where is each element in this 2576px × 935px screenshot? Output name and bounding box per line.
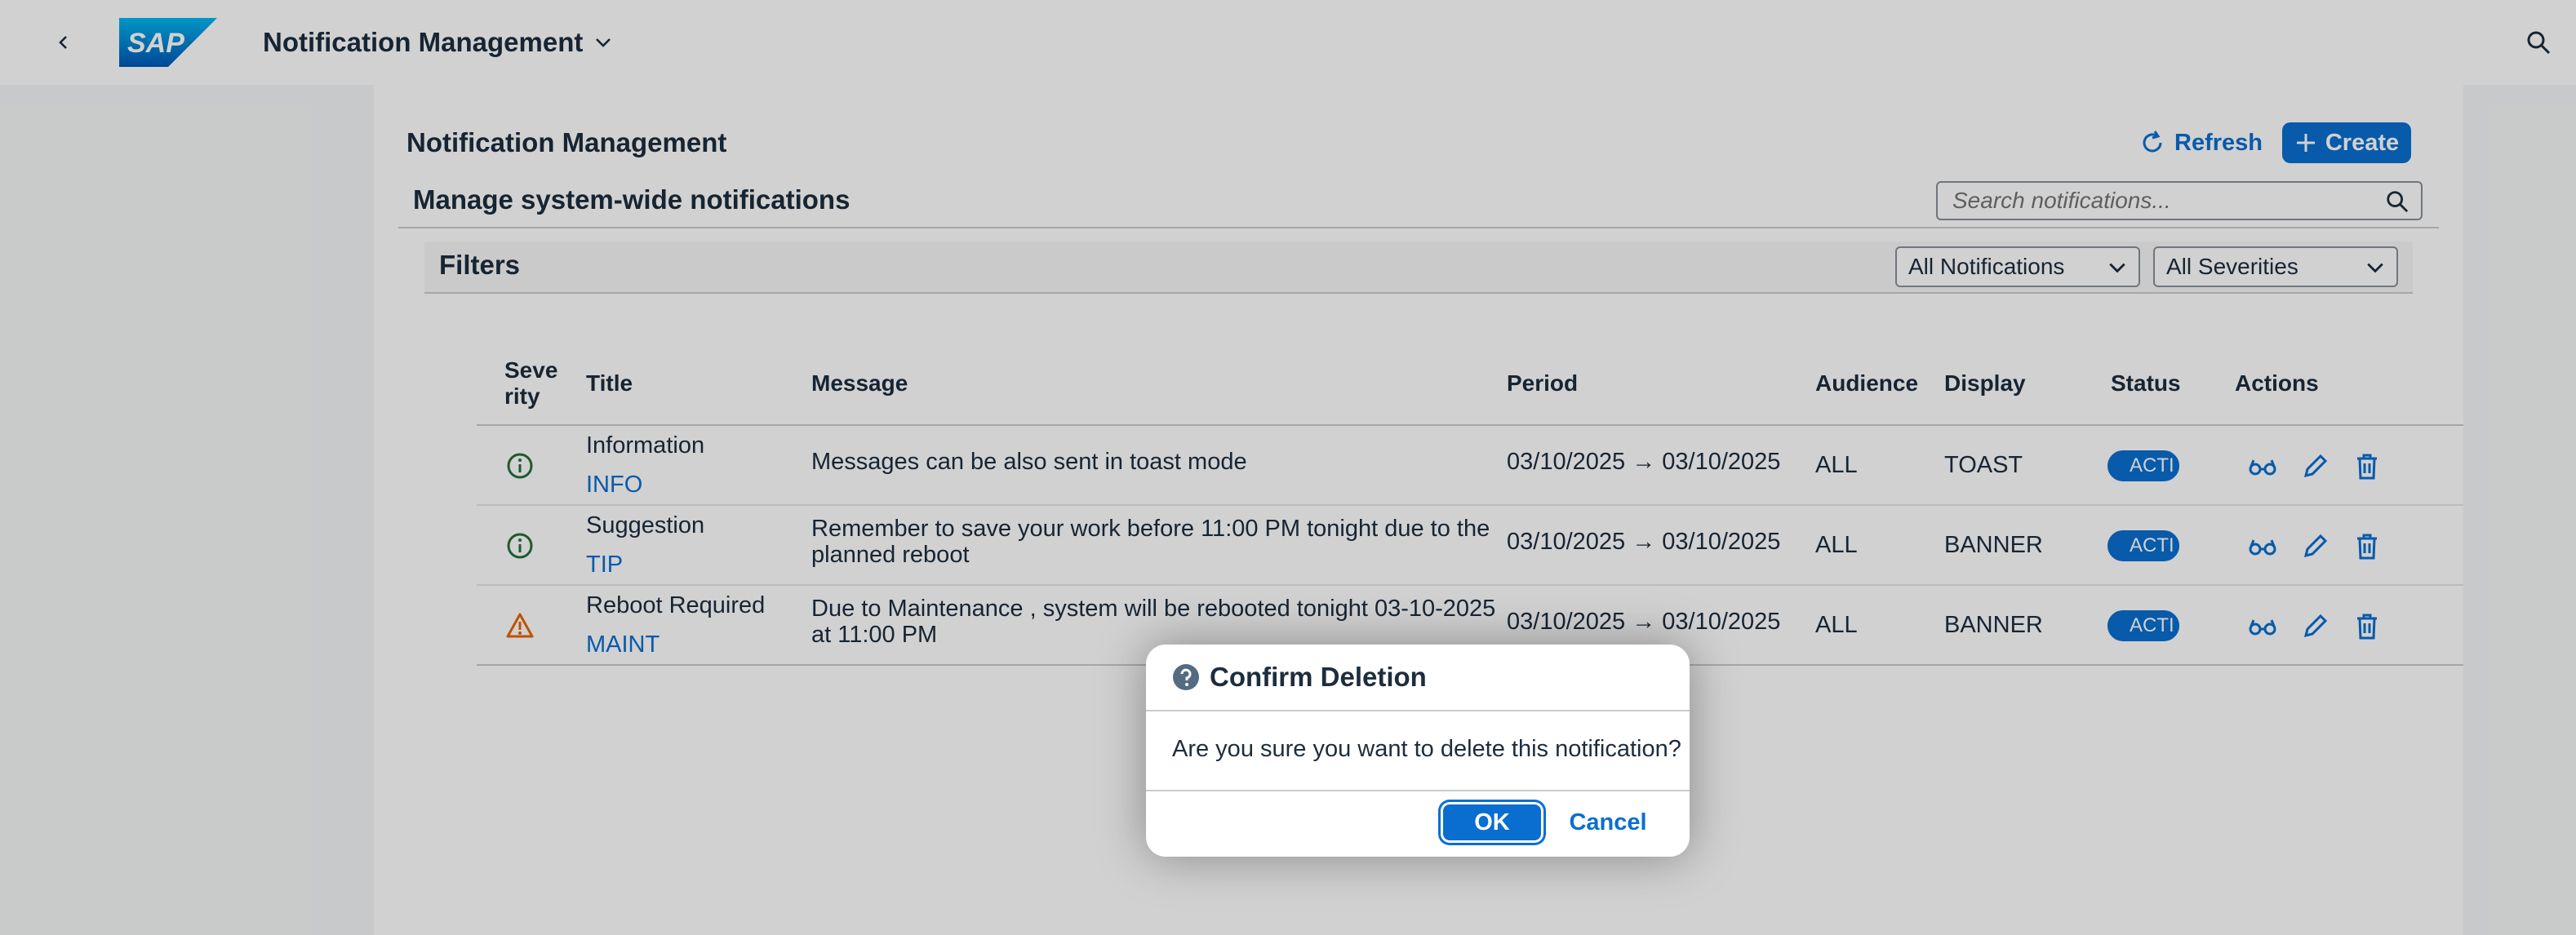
dialog-message: Are you sure you want to delete this not… xyxy=(1172,736,1681,762)
ok-button[interactable]: OK xyxy=(1443,804,1541,840)
question-icon xyxy=(1173,664,1199,690)
confirm-dialog: Confirm Deletion Are you sure you want t… xyxy=(1146,645,1690,857)
dialog-header: Confirm Deletion xyxy=(1146,645,1690,711)
cancel-button[interactable]: Cancel xyxy=(1559,804,1657,840)
dialog-title: Confirm Deletion xyxy=(1210,662,1427,692)
